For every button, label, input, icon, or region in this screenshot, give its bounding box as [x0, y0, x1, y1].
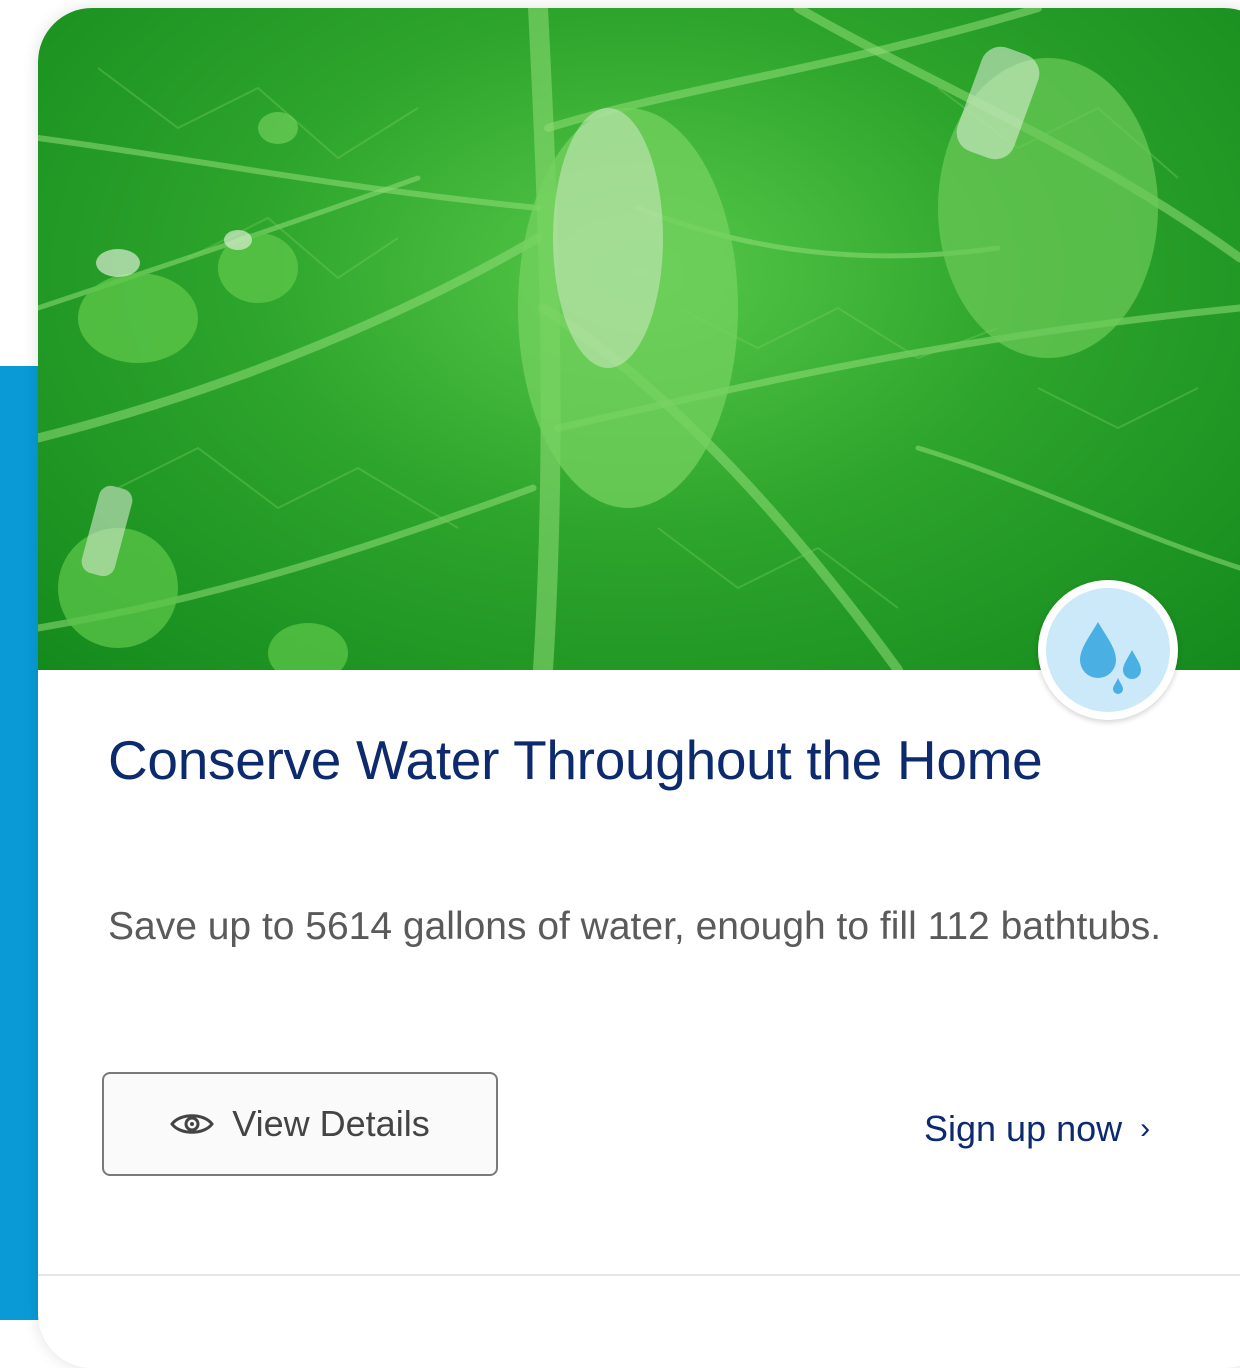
chevron-right-icon: ›: [1140, 1112, 1151, 1145]
view-details-label: View Details: [232, 1103, 430, 1144]
card-description: Save up to 5614 gallons of water, enough…: [108, 905, 1162, 948]
card-divider: [38, 1274, 1240, 1276]
water-drops-icon: [1080, 622, 1141, 694]
eye-icon: [170, 1114, 215, 1134]
program-card: Conserve Water Throughout the Home Save …: [38, 8, 1240, 1368]
sign-up-label: Sign up now: [924, 1108, 1123, 1149]
sign-up-link[interactable]: Sign up now ›: [924, 1108, 1150, 1150]
water-badge: [1038, 580, 1178, 720]
hero-image-leaf: [38, 8, 1240, 670]
leaf-illustration: [38, 8, 1240, 670]
card-title: Conserve Water Throughout the Home: [108, 729, 1043, 791]
view-details-button[interactable]: View Details: [102, 1072, 498, 1176]
